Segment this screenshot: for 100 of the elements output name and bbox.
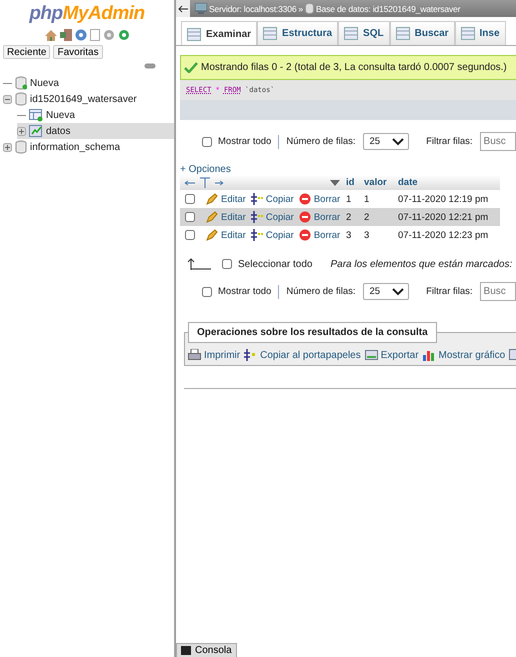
sidebar-button[interactable]: Reciente bbox=[3, 45, 50, 59]
bulk-action-label: Para los elementos que están marcados: bbox=[330, 258, 512, 270]
tree-row[interactable]: Nueva bbox=[17, 107, 174, 123]
export-icon bbox=[364, 349, 378, 361]
pencil-icon bbox=[206, 211, 218, 223]
tree-item[interactable]: Nueva bbox=[46, 110, 75, 120]
table-icon bbox=[187, 28, 201, 40]
row-checkbox[interactable] bbox=[185, 212, 195, 222]
chevron-down-icon bbox=[392, 138, 404, 146]
check-icon bbox=[184, 62, 198, 73]
operation-link[interactable]: Copiar al portapapeles bbox=[244, 349, 361, 361]
database-icon bbox=[15, 92, 27, 106]
checkbox[interactable] bbox=[202, 286, 212, 296]
column-arrows-icon[interactable] bbox=[184, 177, 224, 188]
rows-select[interactable]: 25 bbox=[362, 283, 410, 300]
checkbox[interactable] bbox=[202, 136, 212, 146]
table-icon bbox=[29, 124, 43, 138]
copy-icon bbox=[250, 229, 263, 241]
options-link[interactable]: + Opciones bbox=[180, 164, 231, 175]
expand-icon[interactable] bbox=[3, 142, 12, 152]
tree-row[interactable]: id15201649_watersaver bbox=[3, 91, 174, 107]
copy-icon bbox=[244, 349, 258, 361]
expand-icon[interactable] bbox=[17, 126, 26, 136]
copy-icon bbox=[250, 211, 263, 223]
chevron-down-icon bbox=[392, 288, 404, 296]
pencil-icon bbox=[206, 193, 218, 205]
delete-icon bbox=[298, 229, 311, 241]
operation-link[interactable]: Exportar bbox=[364, 349, 419, 361]
operations-legend: Operaciones sobre los resultados de la consulta bbox=[188, 322, 437, 343]
edit-link[interactable]: Editar bbox=[221, 212, 246, 222]
database-icon bbox=[305, 3, 314, 14]
table-cell: 07-11-2020 12:21 pm bbox=[398, 212, 488, 222]
success-message: Mostrando filas 0 - 2 (total de 3, La consulta tardó 0.0007 segundos.) bbox=[180, 55, 516, 80]
delete-link[interactable]: Borrar bbox=[314, 194, 340, 204]
pencil-icon bbox=[206, 229, 218, 241]
home-icon[interactable] bbox=[44, 30, 56, 40]
sidebar-button[interactable]: Favoritas bbox=[53, 45, 103, 59]
tab[interactable]: Buscar bbox=[390, 21, 455, 45]
printer-icon bbox=[188, 349, 201, 361]
table-icon bbox=[29, 108, 43, 122]
arrow-up-icon bbox=[188, 258, 212, 270]
server-icon bbox=[195, 3, 207, 14]
operation-link[interactable]: Mostrar gráfico bbox=[422, 349, 506, 361]
database-icon bbox=[15, 140, 27, 154]
table-icon bbox=[344, 27, 358, 40]
copy-link[interactable]: Copiar bbox=[266, 212, 294, 222]
table-cell-text: 1 bbox=[364, 194, 370, 204]
tree-item[interactable]: datos bbox=[46, 126, 70, 136]
table-cell-text: 3 bbox=[346, 230, 352, 240]
document-icon[interactable] bbox=[90, 29, 100, 41]
tree-row[interactable]: Nueva bbox=[3, 75, 174, 91]
breadcrumb-link[interactable]: Servidor: localhost:3306 bbox=[209, 4, 296, 14]
show-all-label[interactable]: Mostrar todo bbox=[218, 286, 272, 297]
select-all-label[interactable]: Seleccionar todo bbox=[238, 258, 312, 270]
table-icon bbox=[460, 27, 475, 40]
tree-row[interactable]: information_schema bbox=[3, 139, 174, 155]
table-cell: 07-11-2020 12:19 pm bbox=[398, 194, 488, 204]
table-cell: 07-11-2020 12:23 pm bbox=[398, 230, 488, 240]
rows-label: Número de filas: bbox=[286, 286, 356, 297]
terminal-icon bbox=[181, 646, 191, 655]
rows-select[interactable]: 25 bbox=[362, 133, 410, 150]
back-icon[interactable] bbox=[176, 0, 190, 17]
table-icon bbox=[396, 27, 410, 40]
rows-label: Número de filas: bbox=[286, 136, 356, 147]
table-icon bbox=[263, 27, 278, 40]
table-cell-text: 2 bbox=[346, 212, 352, 222]
operation-link[interactable]: Imprimir bbox=[188, 349, 240, 361]
tab[interactable]: Estructura bbox=[257, 21, 338, 45]
filter-field[interactable]: Busc bbox=[480, 132, 516, 151]
tree-item[interactable]: Nueva bbox=[30, 78, 59, 88]
edit-link[interactable]: Editar bbox=[221, 194, 246, 204]
delete-link[interactable]: Borrar bbox=[314, 230, 340, 240]
column-header[interactable]: id bbox=[346, 177, 364, 188]
checkbox[interactable] bbox=[222, 259, 232, 269]
column-header[interactable]: valor bbox=[364, 177, 398, 188]
delete-link[interactable]: Borrar bbox=[314, 212, 340, 222]
dropdown-icon[interactable] bbox=[330, 180, 340, 186]
console-tab[interactable]: Consola bbox=[176, 643, 237, 657]
tab[interactable]: SQL bbox=[338, 21, 390, 45]
table-cell-text: 2 bbox=[364, 212, 370, 222]
logo[interactable]: phpMyAdmin bbox=[29, 3, 145, 25]
show-all-label[interactable]: Mostrar todo bbox=[218, 136, 272, 147]
row-checkbox[interactable] bbox=[185, 194, 195, 204]
row-checkbox[interactable] bbox=[185, 230, 195, 240]
edit-link[interactable]: Editar bbox=[221, 230, 246, 240]
table-cell-text: 1 bbox=[346, 194, 352, 204]
filter-field[interactable]: Busc bbox=[480, 282, 516, 301]
tab[interactable]: Examinar bbox=[181, 21, 258, 45]
delete-icon bbox=[298, 211, 311, 223]
collapse-icon[interactable] bbox=[3, 94, 12, 104]
column-header[interactable]: date bbox=[398, 177, 418, 188]
tree-item[interactable]: information_schema bbox=[30, 142, 120, 152]
copy-link[interactable]: Copiar bbox=[266, 230, 294, 240]
filter-label: Filtrar filas: bbox=[426, 136, 473, 147]
breadcrumb-link[interactable]: Base de datos: id15201649_watersaver bbox=[316, 4, 460, 14]
tree-row[interactable]: datos bbox=[17, 123, 174, 139]
tab[interactable]: Inse bbox=[454, 21, 506, 45]
filter-label: Filtrar filas: bbox=[426, 286, 473, 297]
tree-item[interactable]: id15201649_watersaver bbox=[30, 94, 137, 104]
copy-link[interactable]: Copiar bbox=[266, 194, 294, 204]
